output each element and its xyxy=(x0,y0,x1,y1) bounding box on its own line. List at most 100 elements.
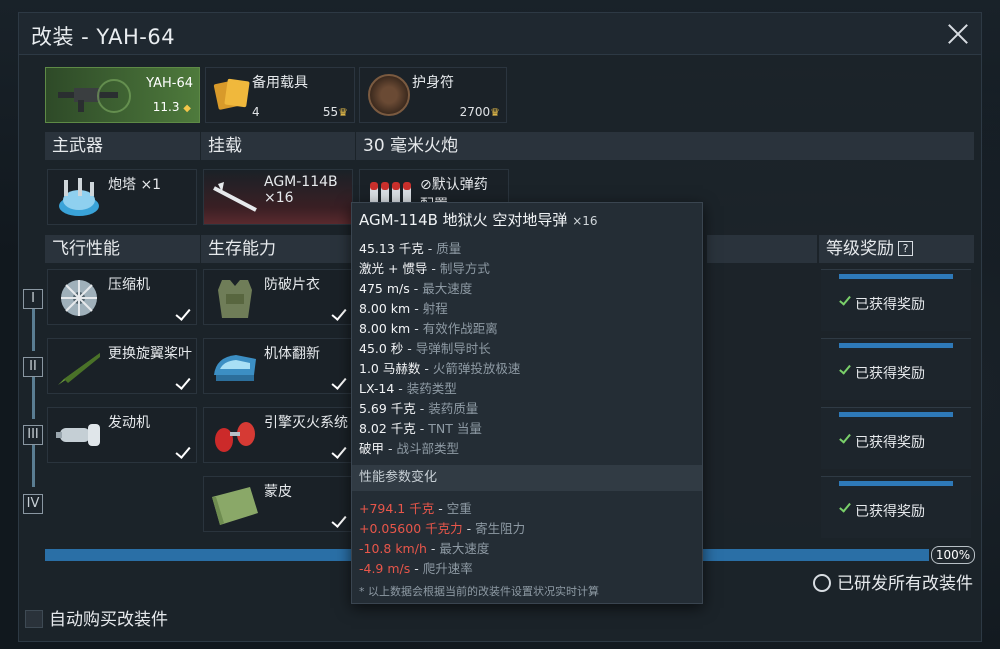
battle-rating: 11.3 ◆ xyxy=(152,100,191,114)
turret-name: 炮塔 ×1 xyxy=(108,177,162,193)
stat-label: 装药类型 xyxy=(406,381,457,396)
stat-row: 8.02 千克 - TNT 当量 xyxy=(359,421,482,436)
stat-value: 8.00 km xyxy=(359,321,411,336)
stat-row: 475 m/s - 最大速度 xyxy=(359,281,473,296)
missile-slot[interactable]: AGM-114B ×16 xyxy=(203,169,353,225)
stat-label: 质量 xyxy=(436,241,462,256)
stat-row: 破甲 - 战斗部类型 xyxy=(359,441,459,456)
check-icon xyxy=(839,432,851,444)
research-icon xyxy=(813,574,831,592)
stat-label: 最大速度 xyxy=(422,281,473,296)
engine-icon xyxy=(56,424,100,446)
missile-name: AGM-114B ×16 xyxy=(264,174,338,206)
tooltip-title: AGM-114B 地狱火 空对地导弹 ×16 xyxy=(359,211,598,229)
rank-rail xyxy=(32,377,35,419)
extinguisher-slot[interactable]: 引擎灭火系统 xyxy=(203,407,353,463)
tooltip-changes-header: 性能参数变化 xyxy=(352,465,702,491)
header-flight: 飞行性能 xyxy=(45,235,200,263)
armor-name: 防破片衣 xyxy=(264,277,320,293)
spare-price: 55♛ xyxy=(322,105,348,119)
change-row: +794.1 千克 - 空重 xyxy=(359,501,472,516)
vehicle-name: YAH-64 xyxy=(146,76,193,91)
fire-extinguisher-icon xyxy=(215,422,255,452)
stat-row: 8.00 km - 有效作战距离 xyxy=(359,321,498,336)
airframe-icon xyxy=(214,355,256,381)
rank-reward-1: 已获得奖励 xyxy=(821,269,971,331)
compressor-name: 压缩机 xyxy=(108,277,150,293)
rank-1: I xyxy=(23,289,43,309)
window-title: 改装 - YAH-64 xyxy=(31,25,176,49)
gun-icon xyxy=(58,79,131,113)
engine-slot[interactable]: 发动机 xyxy=(47,407,197,463)
stat-label: 装药质量 xyxy=(428,401,479,416)
stat-row: 5.69 千克 - 装药质量 xyxy=(359,401,479,416)
eye-icon: ⊘ xyxy=(420,177,432,193)
talisman-card[interactable]: 护身符 2700♛ xyxy=(359,67,507,123)
airframe-slot[interactable]: 机体翻新 xyxy=(203,338,353,394)
rank-rail xyxy=(32,309,35,351)
stat-value: 8.00 km xyxy=(359,301,411,316)
stat-value: 45.0 秒 xyxy=(359,341,404,356)
change-value: -4.9 m/s xyxy=(359,561,411,576)
airframe-name: 机体翻新 xyxy=(264,346,320,362)
tooltip-changes: +794.1 千克 - 空重 +0.05600 千克力 - 寄生阻力 -10.8 k… xyxy=(359,499,525,579)
spare-label: 备用载具 xyxy=(252,75,308,91)
stat-row: 45.13 千克 - 质量 xyxy=(359,241,462,256)
stat-value: 45.13 千克 xyxy=(359,241,424,256)
checkmark-icon xyxy=(174,307,192,321)
change-label: 空重 xyxy=(446,501,472,516)
header-payload: 挂载 xyxy=(201,132,355,160)
reward-status: 已获得奖励 xyxy=(855,297,925,313)
skin-slot[interactable]: 蒙皮 xyxy=(203,476,353,532)
armor-slot[interactable]: 防破片衣 xyxy=(203,269,353,325)
rank-rail xyxy=(32,445,35,487)
checkmark-icon xyxy=(330,445,348,459)
stat-label: 火箭弹投放极速 xyxy=(432,361,521,376)
change-label: 寄生阻力 xyxy=(475,521,526,536)
vehicle-card[interactable]: YAH-64 11.3 ◆ xyxy=(45,67,200,123)
extinguisher-name: 引擎灭火系统 xyxy=(264,415,348,431)
change-row: -10.8 km/h - 最大速度 xyxy=(359,541,490,556)
change-value: +794.1 千克 xyxy=(359,501,435,516)
stat-row: 激光 + 惯导 - 制导方式 xyxy=(359,261,490,276)
stat-value: 激光 + 惯导 xyxy=(359,261,428,276)
rank-reward-3: 已获得奖励 xyxy=(821,407,971,469)
reward-progress-bar xyxy=(839,343,953,348)
reward-status: 已获得奖励 xyxy=(855,366,925,382)
stat-value: LX-14 xyxy=(359,381,395,396)
rotor-name: 更换旋翼桨叶 xyxy=(108,346,192,362)
stat-label: 有效作战距离 xyxy=(422,321,498,336)
header-blank xyxy=(707,235,817,263)
reward-status: 已获得奖励 xyxy=(855,504,925,520)
skin-panel-icon xyxy=(212,487,258,525)
checkmark-icon xyxy=(330,307,348,321)
auto-buy-checkbox[interactable]: 自动购买改装件 xyxy=(25,605,168,630)
stat-row: 8.00 km - 射程 xyxy=(359,301,448,316)
stat-row: LX-14 - 装药类型 xyxy=(359,381,457,396)
rank-reward-2: 已获得奖励 xyxy=(821,338,971,400)
spare-vehicle-card[interactable]: 备用载具 4 55♛ xyxy=(205,67,355,123)
stat-value: 8.02 千克 xyxy=(359,421,416,436)
stat-value: 475 m/s xyxy=(359,281,410,296)
stat-label: 战斗部类型 xyxy=(396,441,459,456)
checkmark-icon xyxy=(174,445,192,459)
turret-slot[interactable]: 炮塔 ×1 xyxy=(47,169,197,225)
change-row: +0.05600 千克力 - 寄生阻力 xyxy=(359,521,526,536)
check-icon xyxy=(839,363,851,375)
stat-value: 1.0 马赫数 xyxy=(359,361,421,376)
rotor-slot[interactable]: 更换旋翼桨叶 xyxy=(47,338,197,394)
stat-value: 破甲 xyxy=(359,441,385,456)
compressor-slot[interactable]: 压缩机 xyxy=(47,269,197,325)
change-label: 爬升速率 xyxy=(422,561,473,576)
stat-label: 射程 xyxy=(422,301,448,316)
compressor-icon xyxy=(61,280,97,316)
rank-4: IV xyxy=(23,494,43,514)
tooltip-note: * 以上数据会根据当前的改装件设置状况实时计算 xyxy=(359,585,599,598)
missile-icon xyxy=(213,182,257,212)
flak-vest-icon xyxy=(218,280,252,318)
header-survival: 生存能力 xyxy=(201,235,355,263)
reward-progress-bar xyxy=(839,481,953,486)
checkbox-icon xyxy=(25,610,43,628)
rotor-blade-icon xyxy=(58,353,100,385)
close-icon[interactable] xyxy=(945,21,971,47)
